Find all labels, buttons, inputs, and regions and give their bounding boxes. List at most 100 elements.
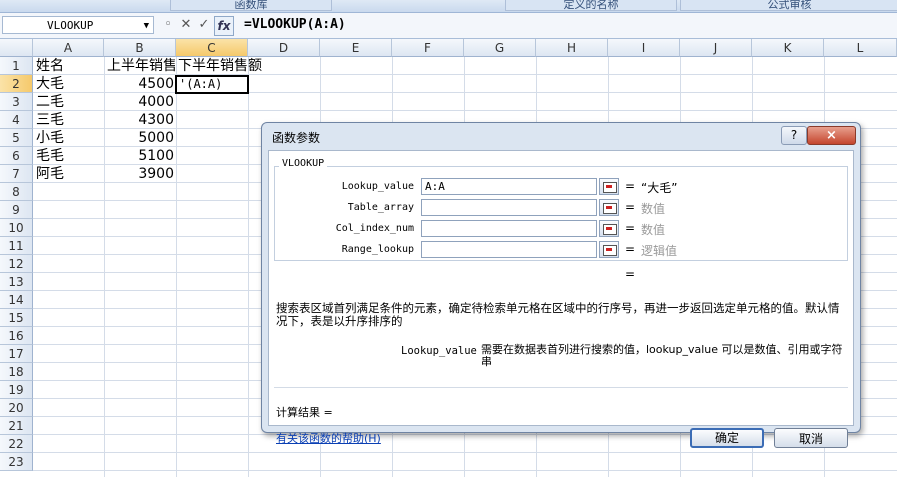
row-header[interactable]: 3 [0, 93, 33, 111]
gridline [33, 434, 897, 435]
row-header[interactable]: 8 [0, 183, 33, 201]
cell-a6[interactable]: 毛毛 [36, 147, 64, 165]
close-icon[interactable]: × [807, 126, 856, 145]
cell-a1[interactable]: 姓名 [36, 57, 64, 75]
column-header-e[interactable]: E [320, 39, 392, 57]
collapse-dialog-icon[interactable] [599, 178, 619, 195]
cell-b1[interactable]: 上半年销售 [107, 57, 175, 75]
function-help-link[interactable]: 有关该函数的帮助(H) [276, 430, 381, 446]
arg-label-col-index-num: Col_index_num [335, 223, 414, 234]
name-box[interactable]: VLOOKUP ▼ [2, 16, 154, 34]
help-icon[interactable]: ? [781, 126, 807, 145]
row-header[interactable]: 20 [0, 399, 33, 417]
column-header-h[interactable]: H [536, 39, 608, 57]
row-header[interactable]: 14 [0, 291, 33, 309]
arg-input-lookup-value[interactable]: A:A [421, 178, 597, 195]
ok-button[interactable]: 确定 [690, 428, 764, 448]
cell-c1[interactable]: 下半年销售额 [178, 57, 262, 75]
cell-a7[interactable]: 阿毛 [36, 165, 64, 183]
function-arguments-dialog: 函数参数 ? × VLOOKUP Lookup_value A:A = “大毛”… [261, 122, 861, 448]
cancel-button[interactable]: 取消 [774, 428, 848, 448]
cell-a4[interactable]: 三毛 [36, 111, 64, 129]
cell-b3[interactable]: 4000 [104, 93, 174, 111]
row-header[interactable]: 12 [0, 255, 33, 273]
column-header-b[interactable]: B [104, 39, 176, 57]
function-description: 搜索表区域首列满足条件的元素，确定待检索单元格在区域中的行序号，再进一步返回选定… [276, 301, 840, 328]
ribbon-group-function-library[interactable]: 函数库 [170, 0, 332, 11]
row-header[interactable]: 2 [0, 75, 33, 93]
cell-b7[interactable]: 3900 [104, 165, 174, 183]
formula-input[interactable]: =VLOOKUP(A:A) [244, 16, 346, 34]
chevron-down-icon[interactable]: ▼ [144, 17, 149, 35]
arg-result-range-lookup: 逻辑值 [641, 244, 678, 258]
cell-b2[interactable]: 4500 [104, 75, 174, 93]
row-header[interactable]: 19 [0, 381, 33, 399]
dots-icon: ◦ [164, 17, 172, 32]
ribbon: 函数库 定义的名称 公式审核 [0, 0, 897, 13]
collapse-dialog-icon[interactable] [599, 199, 619, 216]
arg-input-table-array[interactable] [421, 199, 597, 216]
dialog-title: 函数参数 [272, 131, 321, 145]
gridline [33, 470, 897, 471]
column-header-i[interactable]: I [608, 39, 680, 57]
arg-label-table-array: Table_array [347, 202, 414, 213]
collapse-dialog-icon[interactable] [599, 241, 619, 258]
collapse-dialog-icon[interactable] [599, 220, 619, 237]
divider [274, 387, 848, 388]
row-header[interactable]: 18 [0, 363, 33, 381]
cell-b6[interactable]: 5100 [104, 147, 174, 165]
column-header-d[interactable]: D [248, 39, 320, 57]
ribbon-group-formula-auditing[interactable]: 公式审核 [680, 0, 897, 11]
cell-b4[interactable]: 4300 [104, 111, 174, 129]
row-header[interactable]: 9 [0, 201, 33, 219]
gridline [248, 57, 249, 477]
insert-function-icon[interactable]: fx [214, 16, 234, 36]
column-header-a[interactable]: A [33, 39, 104, 57]
arg-label-range-lookup: Range_lookup [341, 244, 414, 255]
row-header[interactable]: 17 [0, 345, 33, 363]
arg-result-table-array: 数值 [641, 202, 666, 216]
enter-check-icon[interactable]: ✓ [196, 17, 212, 33]
column-header-l[interactable]: L [824, 39, 897, 57]
select-all-corner[interactable] [0, 39, 33, 57]
row-header[interactable]: 10 [0, 219, 33, 237]
row-header[interactable]: 11 [0, 237, 33, 255]
arg-input-range-lookup[interactable] [421, 241, 597, 258]
arg-input-col-index-num[interactable] [421, 220, 597, 237]
arg-label-lookup-value: Lookup_value [341, 181, 414, 192]
gridline [33, 452, 897, 453]
cell-a3[interactable]: 二毛 [36, 93, 64, 111]
row-header[interactable]: 7 [0, 165, 33, 183]
column-header-j[interactable]: J [680, 39, 752, 57]
arg-equals: = [625, 242, 636, 256]
active-cell-c2[interactable]: '(A:A) [175, 75, 249, 94]
arg-equals: = [625, 200, 636, 214]
row-header[interactable]: 21 [0, 417, 33, 435]
column-header-k[interactable]: K [752, 39, 824, 57]
calc-result: 计算结果 = [276, 406, 333, 419]
row-header[interactable]: 13 [0, 273, 33, 291]
function-name-label: VLOOKUP [279, 158, 328, 169]
arg-description-name: Lookup_value [401, 345, 477, 357]
row-header[interactable]: 16 [0, 327, 33, 345]
row-header[interactable]: 4 [0, 111, 33, 129]
gridline [176, 57, 177, 477]
cell-a2[interactable]: 大毛 [36, 75, 64, 93]
column-header-f[interactable]: F [392, 39, 464, 57]
row-header[interactable]: 5 [0, 129, 33, 147]
cell-b5[interactable]: 5000 [104, 129, 174, 147]
row-header[interactable]: 1 [0, 57, 33, 75]
ribbon-group-defined-names[interactable]: 定义的名称 [505, 0, 677, 11]
column-header-c[interactable]: C [176, 39, 248, 57]
cancel-entry-icon[interactable]: ✕ [178, 17, 194, 33]
row-header[interactable]: 15 [0, 309, 33, 327]
arg-equals: = [625, 221, 636, 235]
arg-equals: = [625, 179, 636, 193]
row-header[interactable]: 6 [0, 147, 33, 165]
formula-bar: VLOOKUP ▼ ◦ ✕ ✓ fx =VLOOKUP(A:A) [0, 13, 897, 39]
name-box-value: VLOOKUP [47, 19, 94, 32]
row-header[interactable]: 23 [0, 453, 33, 471]
cell-a5[interactable]: 小毛 [36, 129, 64, 147]
row-header[interactable]: 22 [0, 435, 33, 453]
column-header-g[interactable]: G [464, 39, 536, 57]
